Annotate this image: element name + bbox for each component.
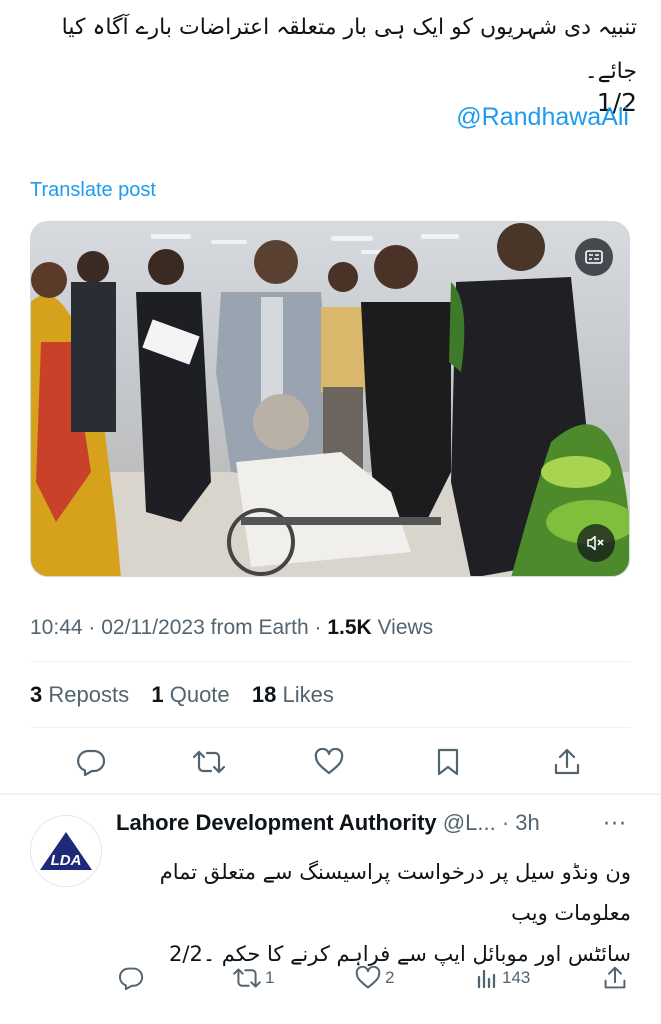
tweet-date: 02/11/2023 <box>101 616 205 639</box>
tweet-time: 10:44 <box>30 616 83 639</box>
reply-time: · 3h <box>501 810 540 835</box>
repost-button[interactable] <box>193 742 225 782</box>
reply-share-button[interactable] <box>603 958 627 998</box>
reply-icon <box>77 749 106 776</box>
repost-count: 1 <box>265 968 275 987</box>
divider <box>30 661 631 662</box>
reply-like-button[interactable]: 2 <box>355 958 394 998</box>
section-separator <box>0 793 661 795</box>
share-icon <box>554 748 580 775</box>
views-count: 143 <box>502 968 531 987</box>
reply-button[interactable] <box>76 742 106 782</box>
bookmark-icon <box>437 748 459 776</box>
author-name[interactable]: Lahore Development Authority <box>116 810 437 835</box>
tweet-actions <box>0 742 661 782</box>
views-count: 1.5K <box>327 616 372 639</box>
speaker-muted-icon <box>587 535 604 551</box>
divider <box>30 727 631 728</box>
video-frame <box>31 222 629 576</box>
reply-views-button[interactable]: 143 <box>476 958 530 998</box>
translate-post-link[interactable]: Translate post <box>30 179 156 202</box>
captions-button[interactable] <box>575 238 613 276</box>
repost-icon <box>193 750 225 774</box>
repost-icon <box>233 968 261 988</box>
tweet-stats: 3 Reposts 1 Quote 18 Likes <box>30 682 334 708</box>
reply-repost-button[interactable]: 1 <box>233 958 274 998</box>
like-count: 2 <box>385 968 395 987</box>
like-button[interactable] <box>314 742 344 782</box>
mute-button[interactable] <box>577 524 615 562</box>
tweet-text-line: تنبیہ دی شہریوں کو ایک ہی بار متعلقہ اعت… <box>61 15 637 84</box>
captions-icon <box>585 250 603 264</box>
reposts-stat[interactable]: 3 Reposts <box>30 682 129 707</box>
lda-logo: LDA <box>40 832 92 870</box>
tweet-source: from Earth <box>210 616 309 639</box>
reply-text-line: ون ونڈو سیل پر درخواست پراسیسنگ سے متعلق… <box>159 860 631 925</box>
analytics-icon <box>477 969 496 989</box>
like-icon <box>314 748 344 775</box>
reply-reply-button[interactable] <box>118 958 148 998</box>
author-handle[interactable]: @L... <box>443 810 496 835</box>
reply-actions: 1 2 143 <box>0 958 661 998</box>
share-icon <box>604 966 626 989</box>
share-button[interactable] <box>553 742 581 782</box>
tweet-meta: 10:44 · 02/11/2023 from Earth · 1.5K Vie… <box>30 616 434 639</box>
reply-icon <box>119 967 144 990</box>
like-icon <box>355 966 381 989</box>
quotes-stat[interactable]: 1 Quote <box>151 682 229 707</box>
tweet-text: تنبیہ دی شہریوں کو ایک ہی بار متعلقہ اعت… <box>20 6 637 118</box>
more-options-button[interactable]: ··· <box>603 812 627 837</box>
reply-text: ون ونڈو سیل پر درخواست پراسیسنگ سے متعلق… <box>116 852 631 975</box>
avatar[interactable]: LDA <box>30 815 102 887</box>
reply-header: Lahore Development Authority @L... · 3h <box>116 810 631 836</box>
svg-text:LDA: LDA <box>51 852 82 869</box>
bookmark-button[interactable] <box>436 742 460 782</box>
views-label: Views <box>377 616 434 639</box>
tweet-video[interactable] <box>30 221 630 577</box>
likes-stat[interactable]: 18 Likes <box>252 682 334 707</box>
mention-link[interactable]: @RandhawaAli <box>456 103 629 132</box>
